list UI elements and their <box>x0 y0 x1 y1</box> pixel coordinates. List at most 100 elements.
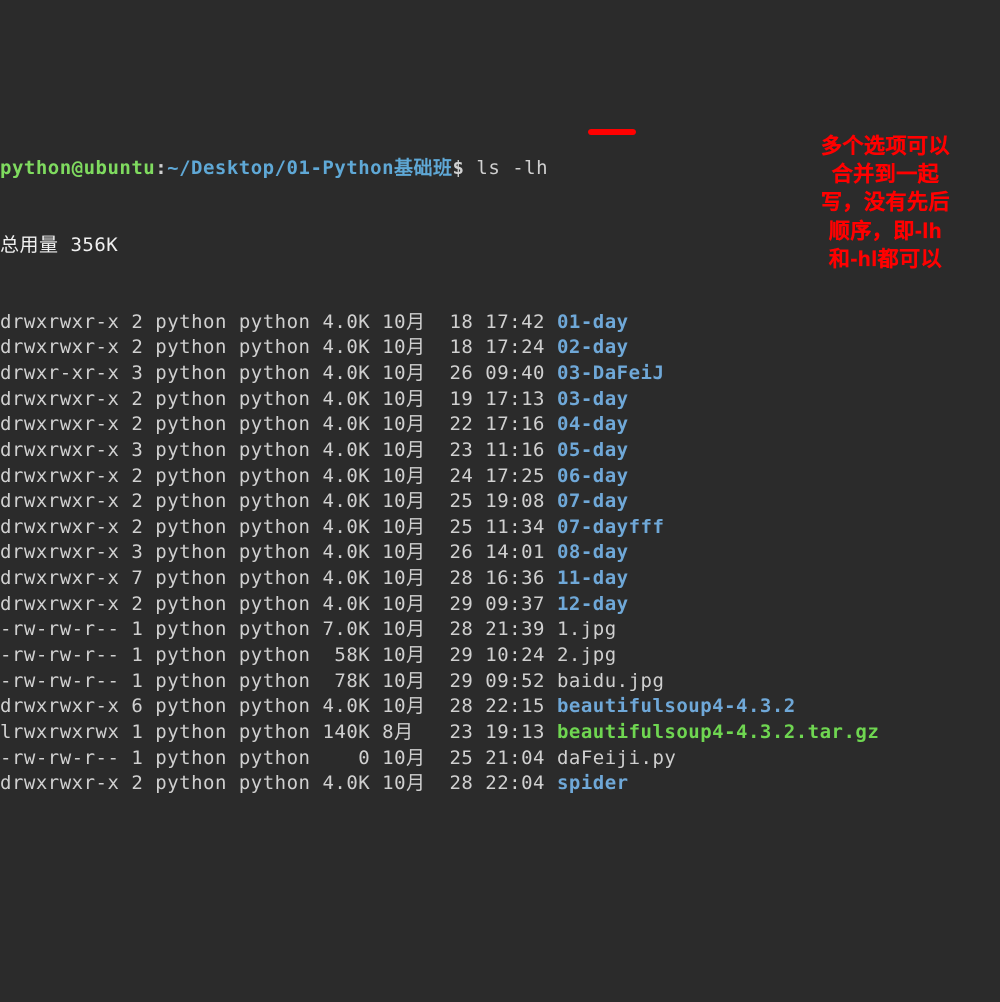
col-day: 18 <box>438 310 474 336</box>
col-size: 4.0K <box>322 310 370 336</box>
annotation-line: 和-hl都可以 <box>821 246 950 274</box>
terminal-window[interactable]: python@ubuntu:~/Desktop/01-Python基础班$ ls… <box>0 105 1000 874</box>
col-day: 28 <box>438 694 474 720</box>
col-time: 09:37 <box>485 592 545 618</box>
file-name: baidu.jpg <box>557 669 664 695</box>
file-row: drwxrwxr-x 2 python python 4.0K 10月 22 1… <box>0 412 1000 438</box>
col-month: 10月 <box>382 361 425 387</box>
file-name: 06-day <box>557 464 629 490</box>
col-group: python <box>239 540 311 566</box>
col-time: 16:36 <box>485 566 545 592</box>
file-row: drwxrwxr-x 2 python python 4.0K 10月 29 0… <box>0 592 1000 618</box>
col-permissions: drwxrwxr-x <box>0 592 119 618</box>
col-day: 29 <box>438 592 474 618</box>
prompt-user-host: python@ubuntu <box>0 157 155 179</box>
col-links: 2 <box>131 310 143 336</box>
col-permissions: -rw-rw-r-- <box>0 669 119 695</box>
col-size: 7.0K <box>322 617 370 643</box>
file-row: -rw-rw-r-- 1 python python 58K 10月 29 10… <box>0 643 1000 669</box>
col-links: 3 <box>131 540 143 566</box>
col-owner: python <box>155 720 227 746</box>
col-links: 1 <box>131 617 143 643</box>
col-day: 26 <box>438 540 474 566</box>
col-month: 10月 <box>382 489 425 515</box>
col-group: python <box>239 771 311 797</box>
col-owner: python <box>155 592 227 618</box>
file-name: 07-dayfff <box>557 515 664 541</box>
file-name: 12-day <box>557 592 629 618</box>
col-time: 17:16 <box>485 412 545 438</box>
col-group: python <box>239 515 311 541</box>
col-month: 10月 <box>382 592 425 618</box>
col-size: 4.0K <box>322 387 370 413</box>
col-month: 10月 <box>382 694 425 720</box>
file-row: drwxr-xr-x 3 python python 4.0K 10月 26 0… <box>0 361 1000 387</box>
file-name: beautifulsoup4-4.3.2 <box>557 694 796 720</box>
col-owner: python <box>155 361 227 387</box>
col-day: 23 <box>438 438 474 464</box>
col-size: 4.0K <box>322 771 370 797</box>
col-links: 2 <box>131 387 143 413</box>
col-group: python <box>239 643 311 669</box>
col-group: python <box>239 310 311 336</box>
col-time: 19:13 <box>485 720 545 746</box>
col-size: 140K <box>322 720 370 746</box>
col-owner: python <box>155 669 227 695</box>
annotation-line: 写，没有先后 <box>821 189 950 217</box>
col-owner: python <box>155 643 227 669</box>
col-size: 4.0K <box>322 438 370 464</box>
col-permissions: -rw-rw-r-- <box>0 643 119 669</box>
file-row: drwxrwxr-x 2 python python 4.0K 10月 18 1… <box>0 310 1000 336</box>
col-group: python <box>239 361 311 387</box>
col-size: 4.0K <box>322 464 370 490</box>
col-permissions: drwxrwxr-x <box>0 540 119 566</box>
col-day: 28 <box>438 771 474 797</box>
file-name: 03-DaFeiJ <box>557 361 664 387</box>
col-permissions: -rw-rw-r-- <box>0 617 119 643</box>
col-month: 10月 <box>382 438 425 464</box>
col-links: 1 <box>131 643 143 669</box>
annotation-line: 合并到一起 <box>821 161 950 189</box>
col-links: 2 <box>131 464 143 490</box>
col-size: 0 <box>322 746 370 772</box>
col-day: 29 <box>438 643 474 669</box>
file-name: 03-day <box>557 387 629 413</box>
col-permissions: drwxr-xr-x <box>0 361 119 387</box>
col-time: 11:16 <box>485 438 545 464</box>
col-group: python <box>239 412 311 438</box>
col-day: 22 <box>438 412 474 438</box>
col-links: 2 <box>131 335 143 361</box>
col-owner: python <box>155 617 227 643</box>
file-name: 04-day <box>557 412 629 438</box>
file-row: -rw-rw-r-- 1 python python 78K 10月 29 09… <box>0 669 1000 695</box>
file-row: drwxrwxr-x 7 python python 4.0K 10月 28 1… <box>0 566 1000 592</box>
col-day: 28 <box>438 566 474 592</box>
col-time: 09:52 <box>485 669 545 695</box>
col-links: 2 <box>131 412 143 438</box>
col-time: 17:13 <box>485 387 545 413</box>
col-size: 4.0K <box>322 412 370 438</box>
col-size: 58K <box>322 643 370 669</box>
col-group: python <box>239 617 311 643</box>
file-row: drwxrwxr-x 6 python python 4.0K 10月 28 2… <box>0 694 1000 720</box>
file-row: drwxrwxr-x 2 python python 4.0K 10月 18 1… <box>0 335 1000 361</box>
col-day: 24 <box>438 464 474 490</box>
col-links: 1 <box>131 746 143 772</box>
col-size: 4.0K <box>322 592 370 618</box>
col-group: python <box>239 387 311 413</box>
file-row: drwxrwxr-x 3 python python 4.0K 10月 23 1… <box>0 438 1000 464</box>
col-group: python <box>239 720 311 746</box>
col-time: 22:04 <box>485 771 545 797</box>
file-row: drwxrwxr-x 2 python python 4.0K 10月 28 2… <box>0 771 1000 797</box>
col-group: python <box>239 464 311 490</box>
col-links: 2 <box>131 489 143 515</box>
file-name: 01-day <box>557 310 629 336</box>
col-size: 4.0K <box>322 335 370 361</box>
col-owner: python <box>155 335 227 361</box>
col-month: 10月 <box>382 515 425 541</box>
file-row: drwxrwxr-x 2 python python 4.0K 10月 25 1… <box>0 515 1000 541</box>
col-permissions: drwxrwxr-x <box>0 515 119 541</box>
col-permissions: drwxrwxr-x <box>0 310 119 336</box>
col-month: 10月 <box>382 746 425 772</box>
col-owner: python <box>155 515 227 541</box>
